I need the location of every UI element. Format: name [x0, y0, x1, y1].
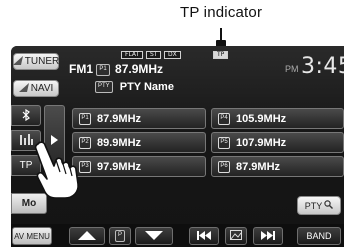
preset-button-5[interactable]: P5 107.9MHz: [211, 132, 344, 153]
preset-button-1[interactable]: P1 87.9MHz: [72, 108, 206, 129]
preset-p-button[interactable]: P: [109, 227, 131, 245]
equalizer-icon: [19, 134, 33, 147]
preset-number: P5: [218, 136, 230, 149]
navi-label: NAVI: [30, 83, 54, 94]
ampm-indicator: PM: [285, 64, 299, 74]
preset-button-6[interactable]: P6 87.9MHz: [211, 156, 344, 177]
pty-tag: PTY: [95, 81, 113, 94]
bottom-bar: AV MENU P BAND: [11, 224, 344, 247]
next-icon: [261, 230, 275, 242]
band-button[interactable]: BAND: [297, 227, 341, 245]
preset-frequency: 107.9MHz: [236, 136, 287, 149]
navi-icon: [18, 82, 29, 95]
av-menu-button[interactable]: AV MENU: [12, 227, 52, 245]
preset-frequency: 87.9MHz: [97, 112, 142, 125]
pty-search-label: PTY: [304, 200, 323, 211]
tuner-button[interactable]: TUNER: [12, 53, 60, 70]
preset-number: P6: [218, 160, 230, 173]
pty-name: PTY Name: [119, 81, 174, 93]
preset-p-label: P: [114, 230, 125, 242]
band-frequency-line: FM1 P1 87.9MHz: [69, 62, 163, 76]
callout-tp-indicator-label: TP indicator: [180, 4, 263, 21]
navi-button[interactable]: NAVI: [13, 80, 59, 97]
tuner-label: TUNER: [24, 56, 60, 67]
preset-button-3[interactable]: P3 97.9MHz: [72, 156, 206, 177]
current-preset-tag: P1: [96, 63, 110, 76]
preset-number: P1: [79, 112, 91, 125]
preset-frequency: 105.9MHz: [236, 112, 287, 125]
pty-line: PTY PTY Name: [95, 81, 174, 94]
seek-next-button[interactable]: [253, 227, 283, 245]
preset-frequency: 89.9MHz: [97, 136, 142, 149]
preset-up-button[interactable]: [69, 227, 105, 245]
up-arrow-icon: [78, 230, 96, 242]
down-arrow-icon: [145, 230, 163, 242]
stereo-indicator: ST: [146, 51, 162, 59]
preset-frequency: 87.9MHz: [236, 160, 281, 173]
search-icon: [324, 200, 334, 211]
preset-number: P4: [218, 112, 230, 125]
preset-down-button[interactable]: [135, 227, 173, 245]
tp-indicator: TP: [213, 51, 229, 59]
frequency-display: 87.9MHz: [115, 62, 164, 76]
pty-search-button[interactable]: PTY: [297, 196, 341, 215]
preset-frequency: 97.9MHz: [97, 160, 142, 173]
clock-time: 3:45: [301, 54, 344, 79]
previous-icon: [197, 230, 211, 242]
image-mode-button[interactable]: [225, 227, 247, 245]
preset-button-4[interactable]: P4 105.9MHz: [211, 108, 344, 129]
bluetooth-icon: [22, 108, 30, 123]
seek-previous-button[interactable]: [189, 227, 219, 245]
flat-indicator: FLAT: [121, 51, 144, 59]
tuner-icon: [12, 55, 23, 68]
dx-indicator: DX: [164, 51, 181, 59]
picture-icon: [230, 230, 242, 242]
band-label: FM1: [69, 62, 93, 76]
bluetooth-button[interactable]: [11, 105, 41, 126]
preset-button-2[interactable]: P2 89.9MHz: [72, 132, 206, 153]
pointing-hand-icon: [32, 140, 88, 205]
